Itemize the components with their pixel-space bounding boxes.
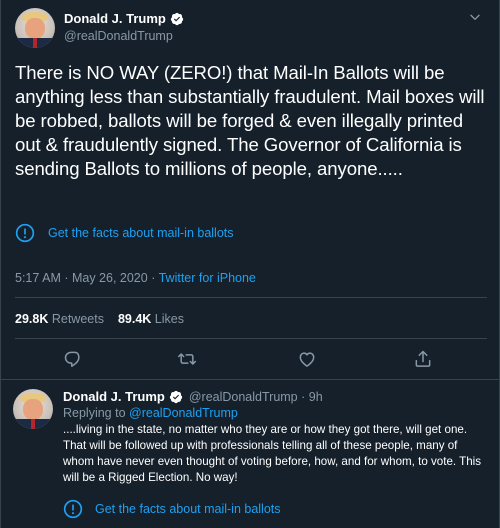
- info-icon: [63, 499, 83, 519]
- divider: [15, 338, 487, 339]
- fact-check-notice[interactable]: Get the facts about mail-in ballots: [15, 219, 487, 247]
- reply-bubble-icon[interactable]: [63, 349, 83, 369]
- author-row: Donald J. Trump: [64, 11, 184, 26]
- likes-stat[interactable]: 89.4K Likes: [118, 312, 184, 326]
- heart-icon[interactable]: [297, 349, 317, 369]
- avatar-face: [25, 18, 45, 40]
- avatar-tie: [32, 38, 38, 48]
- author-row: Donald J. Trump @realDonaldTrump · 9h: [63, 389, 323, 404]
- fact-check-notice[interactable]: Get the facts about mail-in ballots: [63, 497, 491, 521]
- main-tweet: Donald J. Trump @realDonaldTrump There i…: [1, 0, 500, 380]
- reply-tweet[interactable]: Donald J. Trump @realDonaldTrump · 9h Re…: [1, 381, 500, 528]
- retweets-stat[interactable]: 29.8K Retweets: [15, 312, 104, 326]
- replying-to: Replying to @realDonaldTrump: [63, 406, 238, 420]
- author-display-name[interactable]: Donald J. Trump: [64, 11, 166, 26]
- retweets-label: Retweets: [51, 312, 104, 326]
- avatar[interactable]: [15, 8, 55, 48]
- fact-check-link[interactable]: Get the facts about mail-in ballots: [95, 502, 281, 516]
- author-display-name[interactable]: Donald J. Trump: [63, 389, 165, 404]
- tweet-timestamp[interactable]: 5:17 AM · May 26, 2020 ·: [15, 271, 159, 285]
- retweets-count: 29.8K: [15, 312, 49, 326]
- engagement-stats: 29.8K Retweets 89.4K Likes: [15, 312, 184, 326]
- chevron-down-icon[interactable]: [468, 10, 482, 24]
- replying-prefix: Replying to: [63, 406, 130, 420]
- tweet-actions: [1, 345, 500, 375]
- avatar-tie: [30, 419, 36, 429]
- divider: [15, 297, 487, 298]
- avatar[interactable]: [13, 389, 53, 429]
- author-handle[interactable]: @realDonaldTrump: [64, 29, 173, 43]
- tweet-source[interactable]: Twitter for iPhone: [159, 271, 256, 285]
- reply-tweet-text: ....living in the state, no matter who t…: [63, 423, 482, 484]
- info-icon: [15, 223, 35, 243]
- likes-label: Likes: [154, 312, 184, 326]
- fact-check-link[interactable]: Get the facts about mail-in ballots: [48, 226, 234, 240]
- retweet-icon[interactable]: [177, 349, 197, 369]
- verified-badge-icon: [169, 390, 182, 403]
- verified-badge-icon: [170, 12, 183, 25]
- replying-to-link[interactable]: @realDonaldTrump: [129, 406, 238, 420]
- avatar-face: [23, 399, 43, 421]
- share-icon[interactable]: [413, 349, 433, 369]
- author-handle-time[interactable]: @realDonaldTrump · 9h: [189, 390, 323, 404]
- tweet-thread: Donald J. Trump @realDonaldTrump There i…: [0, 0, 500, 528]
- tweet-meta: 5:17 AM · May 26, 2020 · Twitter for iPh…: [15, 271, 256, 285]
- likes-count: 89.4K: [117, 312, 152, 326]
- tweet-text: There is NO WAY (ZERO!) that Mail-In Bal…: [15, 62, 485, 179]
